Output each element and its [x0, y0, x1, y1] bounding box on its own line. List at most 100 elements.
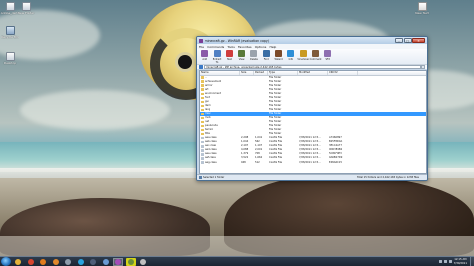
start-button[interactable] [1, 257, 11, 266]
taskbar-button-folder[interactable] [63, 258, 73, 266]
file-icon [201, 137, 204, 140]
info-icon [287, 50, 295, 57]
toolbar-label: Add [202, 57, 208, 61]
toolbar-label: Info [288, 57, 294, 61]
maximize-button[interactable]: □ [403, 38, 412, 43]
file-icon [201, 141, 204, 144]
toolbar-label: View [238, 57, 245, 61]
folder-icon [201, 104, 204, 108]
up-folder-icon[interactable] [199, 65, 203, 69]
wizard-icon [275, 50, 283, 57]
taskbar-button-app[interactable] [138, 258, 148, 266]
folder-icon [201, 80, 204, 83]
toolbar-comment-button[interactable]: Comment [309, 50, 322, 61]
cell-size: 948 [241, 160, 246, 164]
path-field[interactable]: minecraft.gz - ZIP archive, unpacked siz… [204, 65, 421, 69]
toolbar-find-button[interactable]: Find [260, 50, 272, 61]
recycle-bin-icon [5, 26, 15, 35]
toolbar-label: Test [226, 57, 232, 61]
folder-icon [201, 100, 204, 103]
table-row[interactable]: aag.class 948 512 CLASS File 7/28/2011 12:5.… [200, 160, 426, 164]
folder-icon [201, 112, 204, 116]
folder-icon [201, 96, 204, 99]
winrar-app-icon [199, 38, 203, 43]
cell-crc: E48A6C15 [329, 160, 342, 164]
toolbar: Add Extract To Test View Delete Find Wizard Inf… [197, 49, 427, 64]
tray-volume-icon[interactable] [448, 259, 453, 264]
tray-network-icon[interactable] [443, 259, 448, 264]
cell-modified: 7/28/2011 12:5... [299, 160, 321, 164]
column-crc32[interactable]: CRC32 [328, 71, 358, 75]
toolbar-wizard-button[interactable]: Wizard [273, 50, 285, 61]
cloud [20, 90, 170, 130]
document-icon [417, 2, 427, 11]
desktop-icon[interactable]: Desktop [0, 52, 20, 65]
taskbar-button-explorer[interactable] [13, 258, 23, 266]
explorer-icon [15, 258, 21, 265]
taskbar-button-skype[interactable] [76, 258, 86, 266]
winrar-icon [115, 258, 121, 265]
file-icon [5, 52, 15, 61]
column-packed[interactable]: Packed [254, 71, 268, 75]
toolbar-label: Comment [309, 57, 322, 61]
sfx-icon [324, 50, 332, 57]
desktop-icon[interactable]: Recycle Bin [0, 26, 20, 39]
menu-options[interactable]: Options [255, 45, 267, 49]
chrome-icon [27, 258, 34, 265]
taskbar-button-media-player[interactable] [38, 258, 48, 266]
file-icon [201, 145, 204, 148]
toolbar-sfx-button[interactable]: SFX [322, 50, 334, 61]
minimize-button[interactable]: – [395, 38, 403, 43]
column-modified[interactable]: Modified [298, 71, 328, 75]
winrar-window: minecraft.gz - WinRAR (evaluation copy) … [196, 36, 428, 181]
taskbar-button-network[interactable] [101, 258, 111, 266]
taskbar: 12:15 AM 7/30/2011 [0, 256, 474, 266]
title-bar[interactable]: minecraft.gz - WinRAR (evaluation copy) … [197, 37, 427, 44]
file-icon [21, 2, 31, 11]
menu-favorites[interactable]: Favorites [238, 45, 252, 49]
column-size[interactable]: Size [240, 71, 254, 75]
tray-flag-icon[interactable] [438, 259, 443, 264]
toolbar-label: Find [263, 57, 269, 61]
menu-commands[interactable]: Commands [207, 45, 224, 49]
toolbar-add-button[interactable]: Add [199, 50, 211, 61]
taskbar-apps [13, 257, 151, 266]
folder-icon [201, 132, 204, 136]
toolbar-delete-button[interactable]: Delete [248, 50, 260, 61]
media-player-icon [40, 258, 46, 265]
path-dropdown-button[interactable] [421, 65, 425, 69]
folder-icon [201, 92, 204, 95]
taskbar-button-chrome[interactable] [26, 258, 36, 266]
toolbar-extract-to-button[interactable]: Extract To [211, 50, 223, 64]
show-desktop-button[interactable] [470, 256, 474, 266]
taskbar-button-winrar[interactable] [113, 257, 123, 266]
clock-date: 7/30/2011 [453, 261, 467, 265]
toolbar-info-button[interactable]: Info [285, 50, 297, 61]
taskbar-button-steam[interactable] [88, 258, 98, 266]
taskbar-button-firefox[interactable] [51, 258, 61, 266]
close-button[interactable]: ✕ [412, 38, 425, 43]
desktop-icon[interactable]: New Text [412, 2, 432, 15]
virusscan-icon [299, 50, 307, 57]
toolbar-view-button[interactable]: View [236, 50, 248, 61]
desktop-icon[interactable]: New Folder [16, 2, 36, 15]
menu-help[interactable]: Help [269, 45, 276, 49]
file-icon [5, 2, 15, 11]
toolbar-label: VirusScan [297, 57, 310, 61]
toolbar-label: Delete [250, 57, 258, 61]
status-bar: Selected 1 folder Total 15 folders and 2… [197, 174, 427, 180]
firefox-icon [52, 258, 59, 265]
toolbar-virusscan-button[interactable]: VirusScan [297, 50, 309, 61]
menu-file[interactable]: File [199, 45, 204, 49]
taskbar-button-minecraft[interactable] [125, 257, 136, 266]
clock[interactable]: 12:15 AM 7/30/2011 [454, 258, 467, 264]
folder-icon [201, 84, 204, 87]
toolbar-test-button[interactable]: Test [224, 50, 236, 61]
cell-type: CLASS File [269, 160, 283, 164]
file-list: Name Size Packed Type Modified CRC32 .. F… [199, 70, 427, 174]
desktop-icon-label: Recycle Bin [1, 35, 19, 39]
path-bar: minecraft.gz - ZIP archive, unpacked siz… [197, 64, 427, 69]
menu-tools[interactable]: Tools [227, 45, 234, 49]
column-type[interactable]: Type [268, 71, 298, 75]
column-name[interactable]: Name [200, 71, 240, 75]
